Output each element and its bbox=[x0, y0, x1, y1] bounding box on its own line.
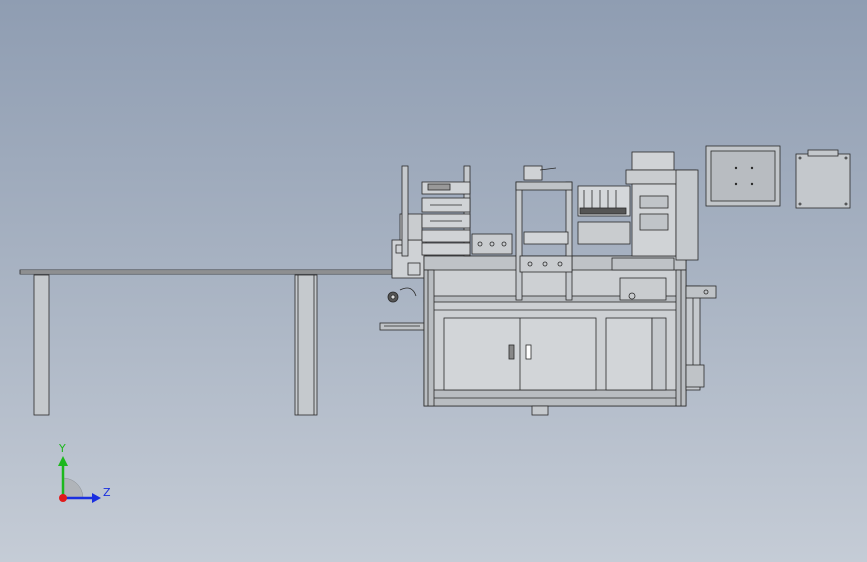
cabinet-doors bbox=[443, 317, 667, 391]
cad-drawing bbox=[19, 145, 851, 503]
y-axis-label: Y bbox=[59, 442, 66, 455]
conveyor-table bbox=[19, 269, 393, 416]
z-axis-label: Z bbox=[103, 486, 111, 499]
side-rail bbox=[685, 285, 717, 391]
control-box bbox=[795, 149, 851, 209]
monitor-panel bbox=[705, 145, 781, 207]
cad-viewport[interactable]: Y Z bbox=[0, 0, 867, 562]
axis-triad bbox=[58, 456, 101, 503]
